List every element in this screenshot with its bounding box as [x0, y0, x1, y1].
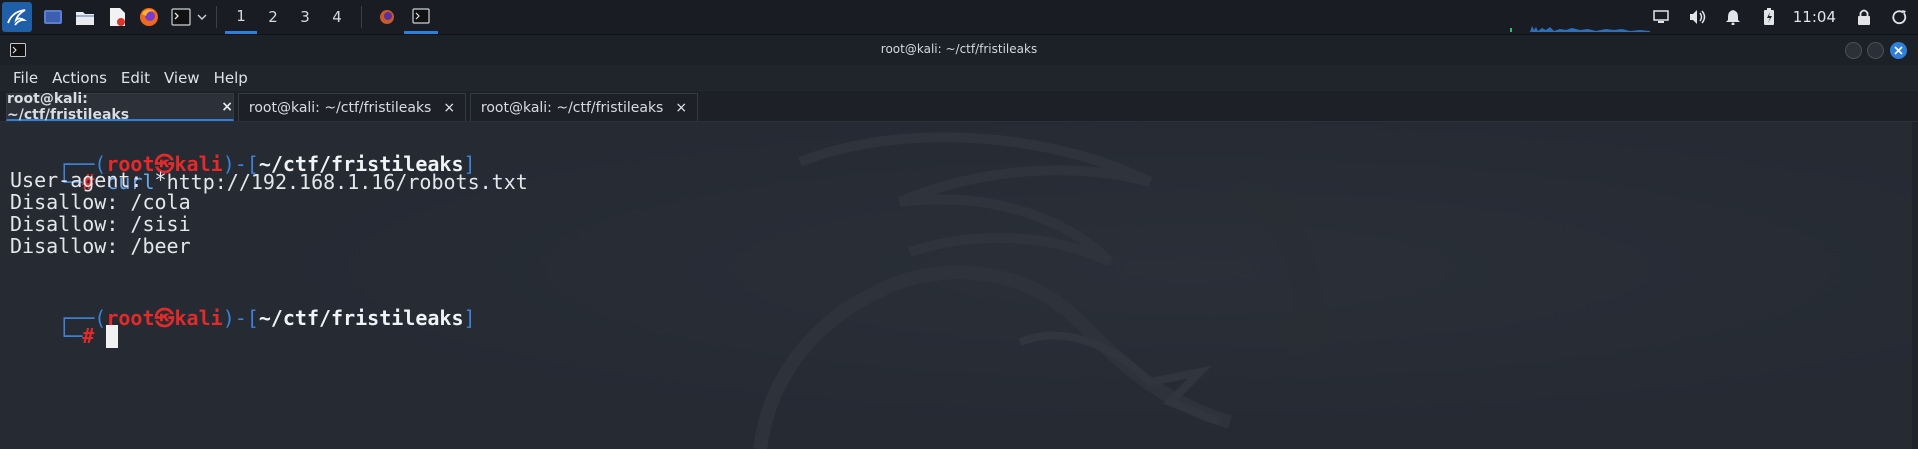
- terminal-icon[interactable]: [170, 6, 192, 28]
- workspace-label: 4: [332, 8, 342, 26]
- terminal-area[interactable]: ┌──(root㉿kali)-[~/ctf/fristileaks] └─# c…: [0, 122, 1918, 449]
- chevron-down-icon[interactable]: [196, 6, 208, 28]
- workspace-3[interactable]: 3: [289, 0, 321, 34]
- kali-menu-icon[interactable]: [2, 2, 32, 32]
- menu-actions[interactable]: Actions: [52, 69, 107, 87]
- output-line: User-agent: *: [10, 168, 167, 192]
- close-window-button[interactable]: [1890, 42, 1907, 59]
- maximize-button[interactable]: [1867, 42, 1884, 59]
- prompt-symbol: #: [82, 324, 95, 348]
- workspace-4[interactable]: 4: [321, 0, 353, 34]
- prompt-path: ~/ctf/fristileaks: [258, 306, 464, 330]
- output-line: Disallow: /beer: [10, 234, 191, 258]
- workspace-label: 2: [268, 8, 278, 26]
- menubar: File Actions Edit View Help: [0, 65, 1918, 90]
- notification-bell-icon[interactable]: [1722, 6, 1744, 28]
- menu-help[interactable]: Help: [214, 69, 248, 87]
- window-titlebar[interactable]: root@kali: ~/ctf/fristileaks: [0, 35, 1918, 65]
- display-icon[interactable]: [1650, 6, 1672, 28]
- panel-separator: [361, 6, 362, 28]
- desktop-icon[interactable]: [42, 6, 64, 28]
- command-line: └─#: [10, 300, 119, 372]
- command-args: http://192.168.1.16/robots.txt: [154, 170, 528, 194]
- tab-3[interactable]: root@kali: ~/ctf/fristileaks ×: [470, 93, 698, 121]
- text-cursor: [106, 325, 119, 348]
- tab-label: root@kali: ~/ctf/fristileaks: [248, 99, 432, 116]
- workspace-2[interactable]: 2: [257, 0, 289, 34]
- menu-edit[interactable]: Edit: [121, 69, 150, 87]
- output-line: Disallow: /cola: [10, 190, 191, 214]
- close-icon: [1894, 46, 1903, 55]
- prompt-host: kali: [174, 306, 223, 330]
- top-panel: 1 2 3 4 11:04: [0, 0, 1918, 35]
- taskbar-terminal[interactable]: [404, 0, 438, 34]
- battery-icon[interactable]: [1758, 6, 1780, 28]
- firefox-icon: [380, 10, 394, 24]
- tab-label: root@kali: ~/ctf/fristileaks: [7, 90, 130, 123]
- power-icon[interactable]: [1889, 6, 1911, 28]
- panel-separator: [216, 6, 217, 28]
- volume-icon[interactable]: [1686, 6, 1708, 28]
- tab-close-button[interactable]: ×: [675, 100, 687, 116]
- workspace-label: 1: [236, 6, 246, 25]
- tab-bar: root@kali: ~/ctf/fristileaks × root@kali…: [0, 90, 1918, 123]
- workspace-label: 3: [300, 8, 310, 26]
- tab-label: root@kali: ~/ctf/fristileaks: [480, 99, 664, 116]
- lock-icon[interactable]: [1853, 6, 1875, 28]
- network-monitor-graph: [1510, 26, 1650, 32]
- window-title: root@kali: ~/ctf/fristileaks: [880, 42, 1038, 56]
- tab-close-button[interactable]: ×: [443, 100, 455, 116]
- menu-file[interactable]: File: [13, 69, 38, 87]
- terminal-icon: [412, 7, 430, 24]
- firefox-icon[interactable]: [138, 6, 160, 28]
- output-line: Disallow: /sisi: [10, 212, 191, 236]
- text-editor-icon[interactable]: [106, 6, 128, 28]
- minimize-button[interactable]: [1845, 42, 1862, 59]
- menu-view[interactable]: View: [164, 69, 200, 87]
- clock[interactable]: 11:04: [1793, 8, 1836, 26]
- taskbar-firefox[interactable]: [370, 0, 404, 34]
- file-manager-icon[interactable]: [74, 6, 96, 28]
- tab-1[interactable]: root@kali: ~/ctf/fristileaks ×: [6, 90, 234, 123]
- tab-2[interactable]: root@kali: ~/ctf/fristileaks ×: [238, 93, 466, 121]
- workspace-1[interactable]: 1: [225, 0, 257, 34]
- scrollbar[interactable]: [1912, 122, 1918, 449]
- tab-close-button[interactable]: ×: [221, 99, 233, 115]
